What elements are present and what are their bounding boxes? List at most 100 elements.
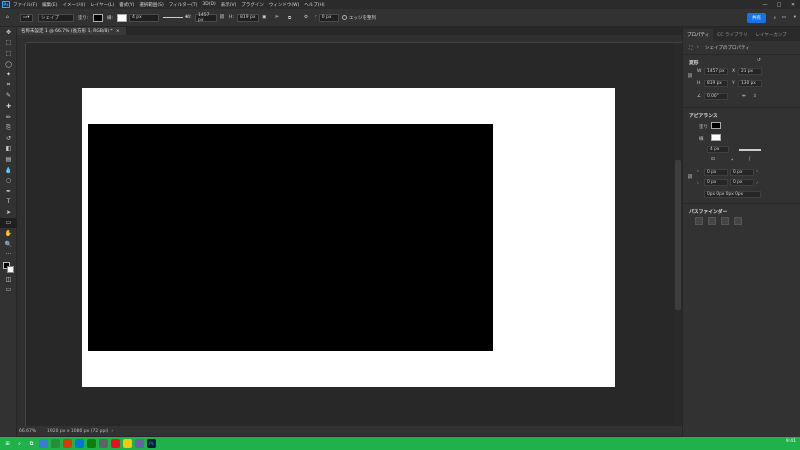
menu-filter[interactable]: フィルター(T) [169, 2, 198, 8]
appearance-fill-swatch[interactable] [711, 122, 721, 129]
lasso-tool-icon[interactable]: ◯ [0, 59, 17, 70]
close-tab-icon[interactable]: × [116, 29, 120, 34]
minimize-button[interactable]: — [758, 0, 772, 9]
rectangle-shape[interactable] [88, 124, 493, 351]
flip-horizontal-icon[interactable]: ⇹ [742, 94, 746, 99]
pathfinder-header[interactable]: パスファインダー [689, 208, 727, 215]
eraser-tool-icon[interactable]: ◧ [0, 144, 17, 155]
share-button[interactable]: 共有 [747, 13, 766, 23]
stroke-swatch[interactable] [117, 13, 127, 22]
crop-tool-icon[interactable]: ⌗ [0, 80, 17, 91]
close-button[interactable]: ✕ [786, 0, 800, 9]
menu-window[interactable]: ウィンドウ(W) [269, 2, 299, 8]
vertical-scrollbar-thumb[interactable] [675, 160, 681, 310]
stroke-corner-icon[interactable]: ⌈ [749, 157, 751, 162]
tool-preset-picker[interactable]: ▭▾ [20, 13, 33, 22]
horizontal-ruler[interactable] [26, 35, 682, 43]
appearance-stroke-width-field[interactable]: 4 px [707, 146, 729, 153]
corner-combined-field[interactable]: 0px 0px 0px 0px [704, 191, 761, 198]
pen-tool-icon[interactable]: ✒ [0, 186, 17, 197]
align-edges-checkbox[interactable]: エッジを整列 [342, 13, 376, 22]
transform-h-field[interactable]: 819 px [704, 80, 728, 87]
stroke-cap-icon[interactable]: ⫞ [731, 157, 733, 163]
taskbar-app-3-icon[interactable] [63, 439, 72, 448]
gear-icon[interactable]: ⚙ [304, 13, 308, 22]
taskbar-app-7-icon[interactable] [111, 439, 120, 448]
link-wh-icon[interactable]: ⛓ [687, 74, 693, 79]
color-swatches[interactable] [0, 260, 17, 274]
menu-3d[interactable]: 3D(D) [202, 2, 215, 7]
path-select-tool-icon[interactable]: ➤ [0, 207, 17, 218]
zoom-level[interactable]: 66.67% [19, 429, 47, 434]
menu-layer[interactable]: レイヤー(L) [90, 2, 114, 8]
corner-bl-field[interactable]: 0 px [704, 179, 728, 186]
taskbar-app-2-icon[interactable] [51, 439, 60, 448]
stroke-type-select[interactable]: ▾ [163, 13, 187, 22]
h-field[interactable]: 819 px [237, 13, 259, 22]
object-select-tool-icon[interactable]: ✦ [0, 69, 17, 80]
taskbar-app-4-icon[interactable] [75, 439, 84, 448]
fill-swatch[interactable] [93, 13, 103, 22]
subtract-shapes-icon[interactable] [708, 217, 716, 225]
appearance-stroke-swatch[interactable] [711, 134, 721, 141]
background-color-swatch[interactable] [7, 266, 14, 274]
link-icon[interactable]: ⛓ [219, 13, 225, 22]
stroke-width-field[interactable]: 4 px [129, 13, 159, 22]
eyedropper-tool-icon[interactable]: ✎ [0, 91, 17, 102]
taskbar-photoshop-icon[interactable]: Ps [147, 439, 156, 448]
menu-view[interactable]: 表示(V) [221, 2, 237, 8]
windows-start-icon[interactable]: ⊞ [3, 439, 12, 448]
home-icon[interactable]: ⌂ [6, 13, 9, 22]
transform-y-field[interactable]: 130 px [738, 80, 762, 87]
quick-mask-icon[interactable]: ◫ [0, 274, 17, 285]
stamp-tool-icon[interactable]: ⎘ [0, 122, 17, 133]
transform-angle-field[interactable]: 0.00° [704, 93, 728, 100]
corner-radius-field[interactable]: ◜ 0 px [315, 13, 339, 22]
brush-tool-icon[interactable]: ✏ [0, 112, 17, 123]
corner-br-field[interactable]: 0 px [730, 179, 754, 186]
rectangle-tool-icon[interactable]: ▭ [0, 217, 17, 229]
move-tool-icon[interactable]: ✥ [0, 27, 17, 38]
path-arrangement-icon[interactable]: ⧉ [288, 13, 291, 22]
tab-cc-libraries[interactable]: CC ライブラリ [713, 29, 751, 41]
reset-icon[interactable]: ↺ [757, 58, 761, 63]
marquee-tool-icon[interactable]: ⬚ [0, 48, 17, 59]
task-view-icon[interactable]: ⧉ [27, 439, 36, 448]
taskbar-app-8-icon[interactable] [123, 439, 132, 448]
workspace-icon[interactable]: ▭ [782, 13, 786, 22]
menu-help[interactable]: ヘルプ(H) [304, 2, 324, 8]
exclude-shapes-icon[interactable] [734, 217, 742, 225]
menu-type[interactable]: 書式(Y) [119, 2, 134, 8]
type-tool-icon[interactable]: T [0, 197, 17, 208]
tab-layer-comps[interactable]: レイヤーカンプ [751, 29, 790, 41]
unite-shapes-icon[interactable] [695, 217, 703, 225]
taskbar-clock[interactable]: 9:41 [786, 439, 796, 444]
artboard-tool-icon[interactable]: ⬚ [0, 38, 17, 49]
gradient-tool-icon[interactable]: ▤ [0, 154, 17, 165]
appearance-header[interactable]: アピアランス [689, 112, 718, 119]
dodge-tool-icon[interactable]: ○ [0, 175, 17, 186]
path-alignment-icon[interactable]: ⊫ [275, 13, 279, 22]
path-operations-icon[interactable]: ▣ [262, 13, 266, 22]
stroke-type-line[interactable] [739, 149, 761, 151]
blur-tool-icon[interactable]: 💧 [0, 165, 17, 176]
corner-tr-field[interactable]: 0 px [730, 169, 754, 176]
taskbar-search-icon[interactable]: ⌕ [15, 439, 24, 448]
transform-header[interactable]: 変形 [689, 59, 699, 66]
maximize-button[interactable]: □ [772, 0, 786, 9]
stroke-align-icon[interactable]: ⊡ [711, 157, 715, 162]
document-info[interactable]: 1920 px x 1080 px (72 ppi) [47, 429, 108, 434]
status-arrow-icon[interactable]: › [111, 429, 113, 434]
mode-select[interactable]: シェイプ [38, 13, 74, 22]
menu-edit[interactable]: 編集(E) [42, 2, 57, 8]
zoom-tool-icon[interactable]: 🔍 [0, 239, 17, 250]
taskbar-app-6-icon[interactable] [99, 439, 108, 448]
hand-tool-icon[interactable]: ✋ [0, 228, 17, 239]
vertical-ruler[interactable] [17, 43, 26, 426]
workspace-menu-icon[interactable]: ▾ [794, 13, 796, 22]
corner-tl-field[interactable]: 0 px [704, 169, 728, 176]
menu-image[interactable]: イメージ(I) [62, 2, 85, 8]
more-tools-icon[interactable]: ··· [0, 249, 17, 260]
document-tab[interactable]: 名称未設定 1 @ 66.7% (長方形 1, RGB/8) * × [17, 27, 127, 35]
menu-plugins[interactable]: プラグイン [241, 2, 264, 8]
